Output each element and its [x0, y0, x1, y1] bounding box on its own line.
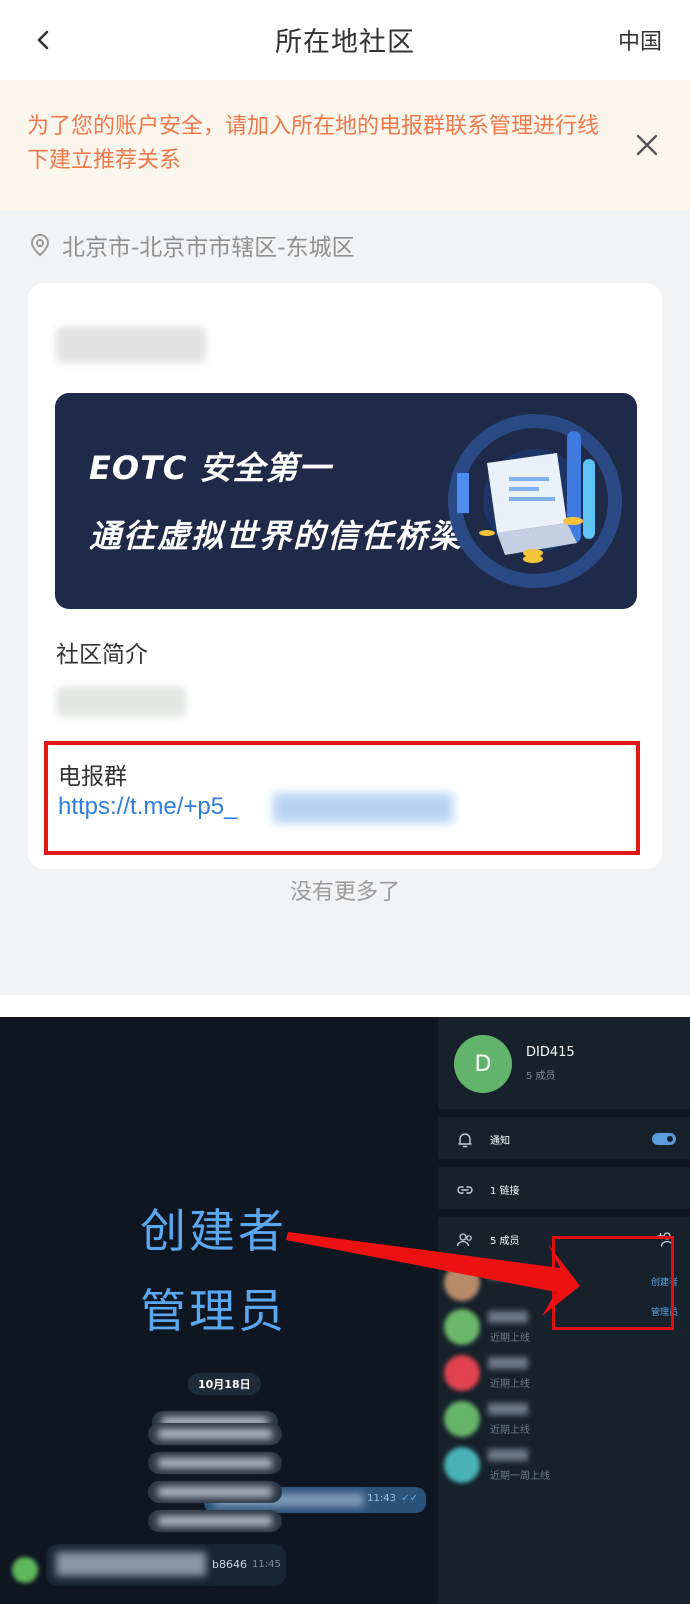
notifications-row[interactable]: 通知	[438, 1119, 690, 1159]
bell-icon	[458, 1133, 472, 1148]
message-time: 11:43	[367, 1493, 396, 1504]
members-label: 5 成员	[490, 1236, 520, 1247]
roles-highlight-box	[552, 1236, 674, 1330]
incoming-message	[148, 1510, 282, 1532]
security-notice: 为了您的账户安全，请加入所在地的电报群联系管理进行线下建立推荐关系	[0, 80, 690, 210]
member-name-redacted	[488, 1449, 528, 1461]
intro-label: 社区简介	[56, 642, 148, 668]
member-item[interactable]: 近期上线	[438, 1397, 690, 1441]
community-card: EOTC 安全第一 通往虚拟世界的信任桥梁 社区简介 电报群 https://t…	[28, 283, 662, 869]
incoming-message: b8646 11:45	[46, 1544, 286, 1586]
overlay-admin-text: 管理员	[140, 1284, 287, 1338]
separator	[438, 1209, 690, 1217]
member-status: 近期上线	[490, 1425, 530, 1436]
group-name: DID415	[526, 1045, 575, 1060]
notice-text: 为了您的账户安全，请加入所在地的电报群联系管理进行线下建立推荐关系	[27, 114, 600, 173]
notifications-label: 通知	[490, 1136, 510, 1147]
intro-value-redacted	[56, 687, 186, 717]
member-avatar	[444, 1309, 480, 1345]
telegram-label: 电报群	[58, 764, 127, 790]
read-check-icon: ✓✓	[401, 1493, 418, 1504]
community-name-redacted	[56, 327, 206, 363]
banner-line-2: 通往虚拟世界的信任桥梁	[89, 517, 464, 555]
incoming-message	[148, 1423, 282, 1445]
member-avatar	[444, 1265, 480, 1301]
close-icon[interactable]	[632, 130, 662, 160]
member-item[interactable]: 近期一周上线	[438, 1443, 690, 1487]
member-name-redacted	[488, 1403, 528, 1415]
date-pill: 10月18日	[188, 1373, 261, 1395]
nav-bar: 所在地社区 中国	[0, 0, 690, 80]
link-icon	[457, 1186, 473, 1194]
group-member-count: 5 成员	[526, 1071, 556, 1082]
location-text: 北京市-北京市市辖区-东城区	[62, 235, 355, 261]
member-name-redacted	[488, 1357, 528, 1369]
member-avatar	[444, 1447, 480, 1483]
members-icon	[456, 1233, 472, 1247]
location-row: 北京市-北京市市辖区-东城区	[30, 228, 355, 262]
notifications-toggle[interactable]	[652, 1133, 676, 1145]
country-selector[interactable]: 中国	[618, 24, 662, 56]
telegram-group-highlight: 电报群 https://t.me/+p5_	[44, 741, 640, 855]
separator	[438, 1109, 690, 1117]
separator	[438, 1159, 690, 1167]
links-row[interactable]: 1 链接	[438, 1169, 690, 1209]
group-avatar: D	[454, 1035, 512, 1093]
member-item[interactable]: 近期上线	[438, 1351, 690, 1395]
member-status: 近期一周上线	[490, 1471, 550, 1482]
incoming-message	[148, 1452, 282, 1474]
telegram-link[interactable]: https://t.me/+p5_	[58, 793, 237, 821]
overlay-creator-text: 创建者	[140, 1204, 287, 1258]
message-tail-text: b8646	[212, 1558, 247, 1571]
member-status: 近期上线	[490, 1333, 530, 1344]
sender-avatar	[12, 1557, 38, 1583]
member-status: 近期上线	[490, 1379, 530, 1390]
section-divider	[0, 995, 690, 1017]
community-banner: EOTC 安全第一 通往虚拟世界的信任桥梁	[55, 393, 637, 609]
links-label: 1 链接	[490, 1186, 520, 1197]
banner-line-1: EOTC 安全第一	[89, 449, 332, 487]
incoming-message	[148, 1481, 282, 1503]
no-more-text: 没有更多了	[289, 880, 400, 905]
member-avatar	[444, 1401, 480, 1437]
community-page: 所在地社区 中国 为了您的账户安全，请加入所在地的电报群联系管理进行线下建立推荐…	[0, 0, 690, 995]
member-name-redacted	[488, 1267, 528, 1279]
page-title: 所在地社区	[275, 27, 415, 58]
telegram-link-redacted	[273, 793, 453, 823]
message-time: 11:45	[252, 1559, 281, 1570]
location-pin-icon	[30, 233, 50, 257]
laptop-illustration-icon	[448, 414, 622, 588]
member-avatar	[444, 1355, 480, 1391]
member-name-redacted	[488, 1311, 528, 1323]
